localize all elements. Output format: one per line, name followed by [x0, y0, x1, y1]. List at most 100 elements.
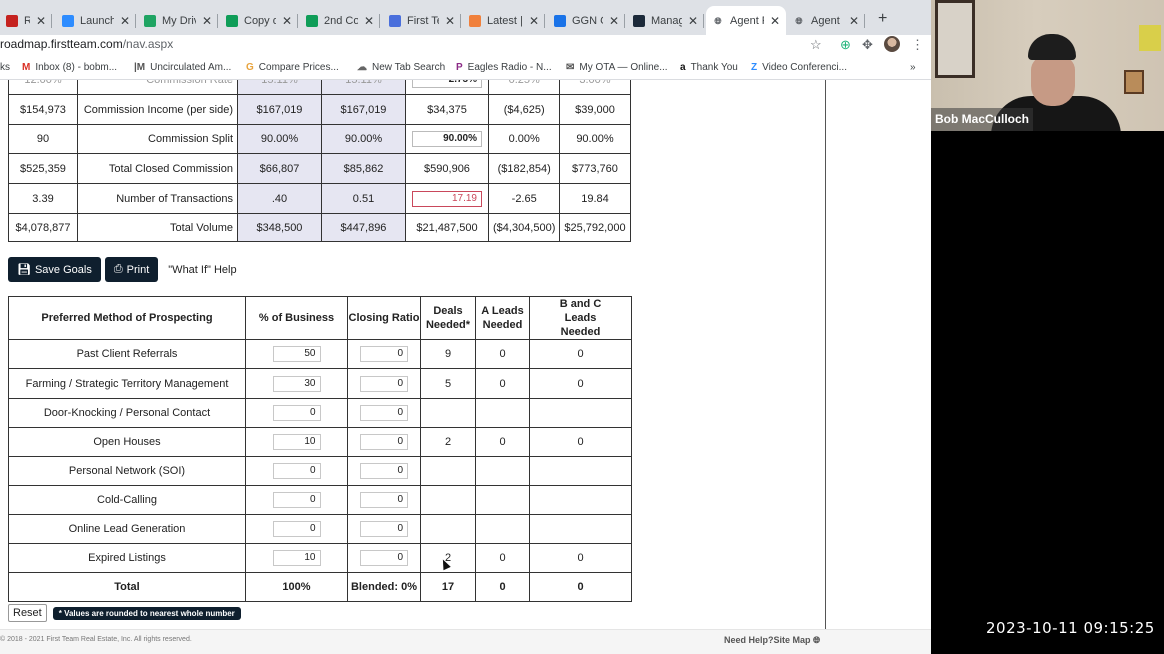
globe-icon: 🌐︎: [813, 635, 821, 645]
need-help-link[interactable]: Need Help?: [724, 635, 774, 645]
current-value: $154,973: [8, 94, 78, 125]
tab-manage[interactable]: Manage ✕: [627, 6, 704, 35]
close-tab-icon[interactable]: ✕: [282, 14, 292, 28]
tab-first-team[interactable]: First Team ✕: [383, 6, 461, 35]
bookmark-star-icon[interactable]: ☆: [810, 37, 822, 53]
bookmark-item[interactable]: Z Video Conferenci...: [751, 62, 847, 73]
close-tab-icon[interactable]: ✕: [202, 14, 212, 28]
bookmark-item[interactable]: M Inbox (8) - bobm...: [22, 62, 117, 73]
header-pct-business: % of Business: [245, 296, 348, 340]
extension-icon[interactable]: ⊕: [840, 37, 851, 53]
pct-business-input[interactable]: 10: [272, 434, 321, 450]
close-tab-icon[interactable]: ✕: [529, 14, 539, 28]
wall-poster: [1139, 25, 1161, 51]
tab-copy-of[interactable]: Copy of ✕: [220, 6, 298, 35]
print-icon: ⎙: [113, 263, 123, 275]
closing-ratio-input[interactable]: 0: [360, 434, 408, 450]
row-label: Number of Transactions: [77, 183, 238, 214]
goal-input-field[interactable]: 2.75%: [412, 80, 482, 88]
tab-agent-r[interactable]: 🌐︎ Agent R ✕: [706, 6, 786, 35]
close-tab-icon[interactable]: ✕: [609, 14, 619, 28]
pct-business-input[interactable]: 0: [272, 463, 321, 479]
closing-ratio-input[interactable]: 0: [360, 346, 408, 362]
close-tab-icon[interactable]: ✕: [364, 14, 374, 28]
closing-ratio-input[interactable]: 0: [360, 550, 408, 566]
pct-business-input[interactable]: 0: [272, 492, 321, 508]
new-tab-button[interactable]: +: [878, 10, 887, 28]
bookmark-label: Video Conferenci...: [762, 62, 847, 73]
deals-needed: 2: [420, 427, 476, 457]
print-button[interactable]: ⎙ Print: [104, 257, 159, 282]
pct-business-cell: 50: [245, 339, 348, 369]
pct-business-input[interactable]: 50: [272, 346, 321, 362]
close-tab-icon[interactable]: ✕: [849, 14, 859, 28]
projection-1: $167,019: [237, 94, 322, 125]
projection-1: $348,500: [237, 213, 322, 242]
bookmark-item[interactable]: a Thank You: [680, 62, 738, 73]
row-label: Total Closed Commission: [77, 153, 238, 184]
tab-my-drive[interactable]: My Drive ✕: [138, 6, 218, 35]
tab-ggn-ga[interactable]: GGN GA ✕: [548, 6, 625, 35]
goal-value: 90.00%: [559, 124, 631, 154]
tab-2nd-copy[interactable]: 2nd Copy ✕: [300, 6, 380, 35]
google-drive-icon: [144, 14, 156, 27]
close-tab-icon[interactable]: ✕: [120, 14, 130, 28]
prospecting-row: Door-Knocking / Personal Contact 0 0: [8, 398, 632, 428]
bookmarks-overflow-button[interactable]: »: [910, 62, 916, 73]
tab-re-ren[interactable]: Re: REN ✕: [0, 6, 52, 35]
pct-business-input[interactable]: 30: [272, 375, 321, 392]
rounding-note: * Values are rounded to nearest whole nu…: [52, 606, 241, 620]
bc-leads-needed: [529, 514, 632, 544]
closing-ratio-input[interactable]: 0: [360, 492, 408, 508]
tab-launch[interactable]: Launch ✕: [56, 6, 136, 35]
close-tab-icon[interactable]: ✕: [445, 14, 455, 28]
bookmark-item[interactable]: G Compare Prices...: [246, 62, 339, 73]
address-bar[interactable]: roadmap.firstteam.com/nav.aspx: [0, 37, 173, 51]
total-label: Total: [8, 572, 246, 602]
current-value: 90: [8, 124, 78, 154]
closing-ratio-input[interactable]: 0: [360, 521, 408, 537]
pct-business-input[interactable]: 0: [272, 521, 321, 537]
closing-ratio-cell: 0: [347, 427, 421, 457]
pct-business-input[interactable]: 0: [272, 405, 321, 421]
a-leads-needed: [475, 485, 530, 515]
bc-leads-needed: 0: [529, 339, 632, 369]
goal-value: $773,760: [559, 153, 631, 184]
bookmark-item[interactable]: ☁ New Tab Search: [357, 62, 445, 73]
save-goals-button[interactable]: 💾︎ Save Goals: [8, 257, 101, 282]
closing-ratio-input[interactable]: 0: [360, 375, 408, 392]
current-value: $525,359: [8, 153, 78, 184]
profile-avatar[interactable]: [884, 36, 900, 52]
closing-ratio-input[interactable]: 0: [360, 405, 408, 421]
tab-title: Latest |: [487, 14, 523, 27]
extensions-puzzle-icon[interactable]: ✥: [862, 37, 873, 53]
a-leads-needed: 0: [475, 368, 530, 399]
prospecting-table: Preferred Method of Prospecting % of Bus…: [8, 296, 632, 602]
save-goals-label: Save Goals: [34, 263, 92, 276]
orange-app-icon: [469, 14, 481, 27]
close-tab-icon[interactable]: ✕: [688, 14, 698, 28]
current-value: 12.00%: [8, 80, 78, 95]
browser-menu-icon[interactable]: ⋮: [911, 37, 924, 53]
goal-input-field[interactable]: 90.00%: [412, 131, 482, 147]
method-name: Open Houses: [8, 427, 246, 457]
pct-business-cell: 10: [245, 427, 348, 457]
bookmark-item[interactable]: |M Uncirculated Am...: [134, 62, 231, 73]
goal-input-field[interactable]: 17.19: [412, 190, 482, 207]
bookmark-favicon-icon: ☁: [357, 62, 367, 73]
close-tab-icon[interactable]: ✕: [36, 14, 46, 28]
pct-business-input[interactable]: 10: [272, 550, 321, 566]
bookmark-item[interactable]: P Eagles Radio - N...: [456, 62, 552, 73]
tab-title: 2nd Copy: [324, 14, 358, 27]
closing-ratio-input[interactable]: 0: [360, 463, 408, 479]
tab-agent-k[interactable]: 🌐︎ Agent K ✕: [787, 6, 865, 35]
close-tab-icon[interactable]: ✕: [770, 14, 780, 28]
site-map-link[interactable]: Site Map: [774, 635, 811, 645]
what-if-help-link[interactable]: "What If" Help: [168, 264, 236, 276]
reset-button[interactable]: Reset: [8, 604, 47, 622]
bookmark-item[interactable]: ✉ My OTA — Online...: [566, 62, 668, 73]
pct-business-cell: 30: [245, 368, 348, 399]
tab-latest-[interactable]: Latest | ✕: [463, 6, 545, 35]
bookmark-item[interactable]: ks: [0, 62, 10, 73]
bc-leads-needed: 0: [529, 368, 632, 399]
